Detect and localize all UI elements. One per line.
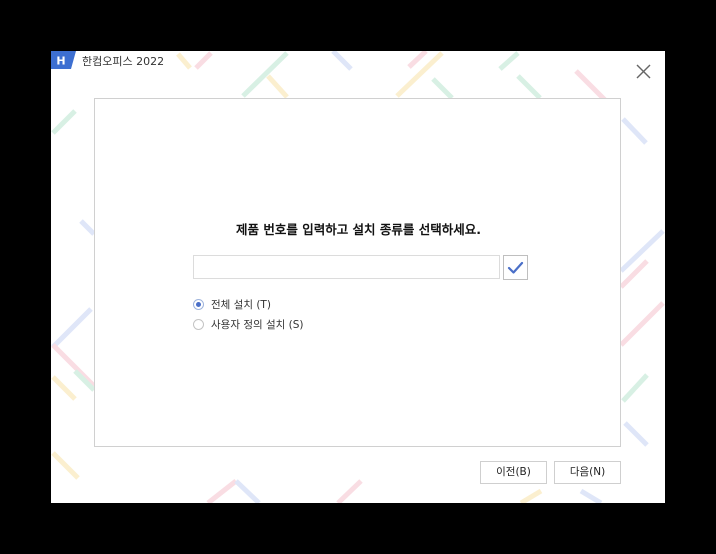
prev-button[interactable]: 이전(B) — [480, 461, 547, 484]
radio-label-full-install: 전체 설치 (T) — [211, 299, 271, 311]
radio-button-checked[interactable] — [193, 299, 204, 310]
verify-key-button[interactable] — [503, 255, 528, 280]
close-icon — [636, 64, 651, 79]
radio-button-unchecked[interactable] — [193, 319, 204, 330]
logo-letter: H — [56, 55, 65, 68]
product-key-input[interactable] — [193, 255, 500, 279]
checkmark-icon — [507, 261, 524, 274]
title-bar: H 한컴오피스 2022 — [51, 51, 665, 71]
page-heading: 제품 번호를 입력하고 설치 종류를 선택하세요. — [235, 222, 481, 237]
next-button[interactable]: 다음(N) — [554, 461, 621, 484]
radio-label-custom-install: 사용자 정의 설치 (S) — [211, 319, 304, 331]
hancom-logo-icon: H — [51, 51, 76, 69]
window-title: 한컴오피스 2022 — [82, 55, 165, 68]
close-button[interactable] — [633, 61, 653, 81]
installer-window: H 한컴오피스 2022 제품 번호를 입력하고 설치 종류를 선택하세요. 전… — [51, 51, 665, 503]
main-panel: 제품 번호를 입력하고 설치 종류를 선택하세요. 전체 설치 (T) 사용자 … — [94, 98, 621, 447]
